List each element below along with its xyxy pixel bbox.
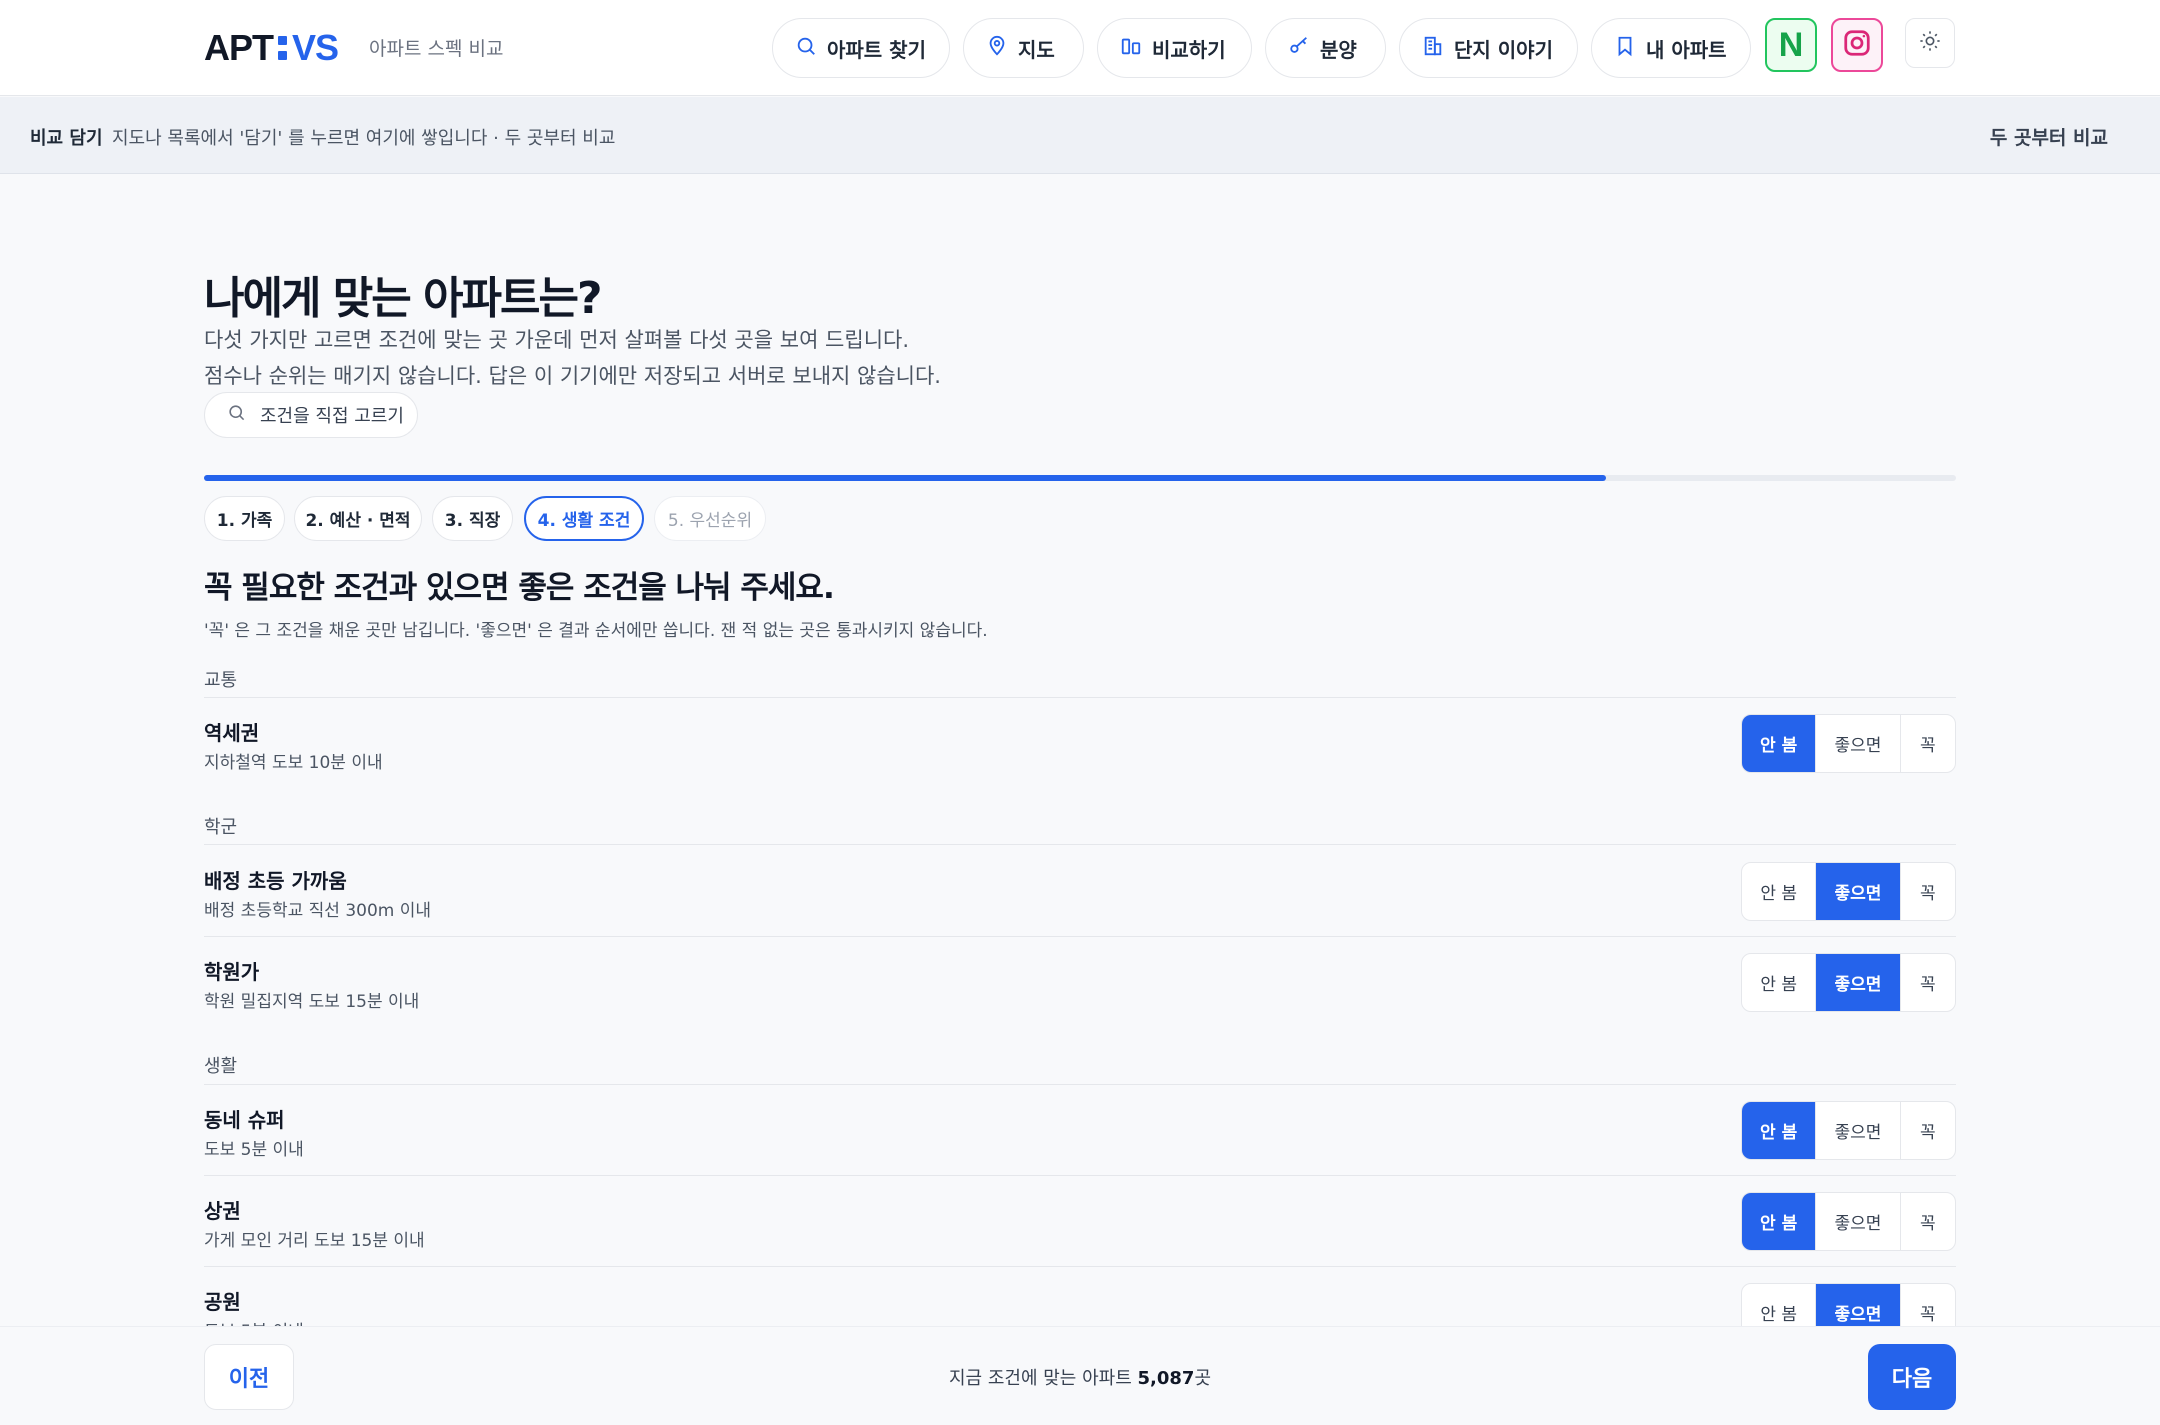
option-skip[interactable]: 안 봄 bbox=[1742, 1193, 1817, 1250]
option-must[interactable]: 꼭 bbox=[1901, 1102, 1955, 1159]
preference-toggle-academy: 안 봄 좋으면 꼭 bbox=[1741, 953, 1956, 1012]
category-transport: 교통 bbox=[204, 670, 238, 691]
item-name-station: 역세권 bbox=[204, 721, 260, 745]
nav-compare[interactable]: 비교하기 bbox=[1097, 18, 1252, 78]
step-priority: 5. 우선순위 bbox=[654, 496, 766, 541]
option-skip[interactable]: 안 봄 bbox=[1742, 863, 1817, 920]
item-name-elementary: 배정 초등 가까움 bbox=[204, 869, 347, 893]
category-living: 생활 bbox=[204, 1056, 238, 1077]
step-family[interactable]: 1. 가족 bbox=[204, 496, 285, 541]
compare-bar-hint: 지도나 목록에서 '담기' 를 누르면 여기에 쌓입니다 · 두 곳부터 비교 bbox=[112, 128, 616, 149]
item-desc-elementary: 배정 초등학교 직선 300m 이내 bbox=[204, 901, 432, 921]
match-count-suffix: 곳 bbox=[1194, 1368, 1211, 1389]
step-workplace[interactable]: 3. 직장 bbox=[432, 496, 513, 541]
option-must[interactable]: 꼭 bbox=[1901, 1193, 1955, 1250]
category-school: 학군 bbox=[204, 817, 238, 838]
compare-icon bbox=[1120, 35, 1142, 62]
compare-bar: 비교 담기 지도나 목록에서 '담기' 를 누르면 여기에 쌓입니다 · 두 곳… bbox=[0, 97, 2160, 174]
option-skip[interactable]: 안 봄 bbox=[1742, 1102, 1817, 1159]
option-nice[interactable]: 좋으면 bbox=[1816, 1193, 1901, 1250]
item-desc-shopping: 가게 모인 거리 도보 15분 이내 bbox=[204, 1231, 425, 1251]
search-icon bbox=[795, 35, 817, 62]
naver-icon: N bbox=[1778, 25, 1804, 64]
nav-label: 내 아파트 bbox=[1646, 37, 1727, 62]
item-name-shopping: 상권 bbox=[204, 1199, 241, 1223]
match-count: 지금 조건에 맞는 아파트 5,087곳 bbox=[0, 1364, 2160, 1390]
preference-toggle-shopping: 안 봄 좋으면 꼭 bbox=[1741, 1192, 1956, 1251]
nav-find-apartment[interactable]: 아파트 찾기 bbox=[772, 18, 950, 78]
item-name-park: 공원 bbox=[204, 1290, 241, 1314]
preference-toggle-station: 안 봄 좋으면 꼭 bbox=[1741, 714, 1956, 773]
question-title: 꼭 필요한 조건과 있으면 좋은 조건을 나눠 주세요. bbox=[204, 570, 835, 606]
nav-map[interactable]: 지도 bbox=[963, 18, 1084, 78]
logo[interactable]: APT VS bbox=[204, 26, 339, 70]
item-name-academy: 학원가 bbox=[204, 960, 260, 984]
item-name-supermarket: 동네 슈퍼 bbox=[204, 1108, 285, 1132]
next-button[interactable]: 다음 bbox=[1868, 1344, 1956, 1410]
match-count-prefix: 지금 조건에 맞는 아파트 bbox=[949, 1368, 1132, 1389]
page-subtitle-1: 다섯 가지만 고르면 조건에 맞는 곳 가운데 먼저 살펴볼 다섯 곳을 보여 … bbox=[204, 328, 910, 352]
logo-apt: APT bbox=[204, 27, 274, 68]
choose-directly-label: 조건을 직접 고르기 bbox=[260, 406, 404, 427]
instagram-button[interactable] bbox=[1831, 18, 1883, 72]
building-icon bbox=[1422, 35, 1444, 62]
question-hint: '꼭' 은 그 조건을 채운 곳만 남깁니다. '좋으면' 은 결과 순서에만 … bbox=[204, 621, 988, 641]
top-header: APT VS 아파트 스펙 비교 아파트 찾기 지도 비교하기 분양 단지 이야… bbox=[0, 0, 2160, 96]
compare-bar-label: 비교 담기 bbox=[30, 128, 103, 149]
option-nice[interactable]: 좋으면 bbox=[1816, 715, 1901, 772]
nav-label: 분양 bbox=[1320, 37, 1357, 62]
item-desc-academy: 학원 밀집지역 도보 15분 이내 bbox=[204, 992, 420, 1012]
option-nice[interactable]: 좋으면 bbox=[1816, 863, 1901, 920]
option-nice[interactable]: 좋으면 bbox=[1816, 1102, 1901, 1159]
divider bbox=[204, 1084, 1956, 1085]
nav-label: 지도 bbox=[1018, 37, 1055, 62]
nav-label: 단지 이야기 bbox=[1454, 37, 1553, 62]
search-icon bbox=[227, 403, 246, 427]
bottom-action-bar: 이전 지금 조건에 맞는 아파트 5,087곳 다음 bbox=[0, 1326, 2160, 1425]
preference-toggle-elementary: 안 봄 좋으면 꼭 bbox=[1741, 862, 1956, 921]
logo-vs: VS bbox=[292, 27, 339, 68]
nav-label: 비교하기 bbox=[1152, 37, 1226, 62]
divider bbox=[204, 697, 1956, 698]
choose-directly-button[interactable]: 조건을 직접 고르기 bbox=[204, 392, 418, 438]
option-must[interactable]: 꼭 bbox=[1901, 863, 1955, 920]
divider bbox=[204, 1266, 1956, 1267]
step-budget-area[interactable]: 2. 예산 · 면적 bbox=[294, 496, 422, 541]
divider bbox=[204, 1175, 1956, 1176]
naver-button[interactable]: N bbox=[1765, 18, 1817, 72]
nav-complex-stories[interactable]: 단지 이야기 bbox=[1399, 18, 1578, 78]
key-icon bbox=[1288, 35, 1310, 62]
step-progress-fill bbox=[204, 475, 1606, 481]
match-count-value: 5,087 bbox=[1137, 1368, 1195, 1389]
step-progress-bar bbox=[204, 475, 1956, 481]
item-desc-station: 지하철역 도보 10분 이내 bbox=[204, 753, 383, 773]
bookmark-icon bbox=[1614, 35, 1636, 62]
option-must[interactable]: 꼭 bbox=[1901, 954, 1955, 1011]
nav-my-apartment[interactable]: 내 아파트 bbox=[1591, 18, 1751, 78]
nav-label: 아파트 찾기 bbox=[827, 37, 926, 62]
logo-mark-icon bbox=[278, 36, 287, 60]
sun-icon bbox=[1919, 30, 1941, 56]
step-living-conditions[interactable]: 4. 생활 조건 bbox=[524, 496, 644, 541]
page-title: 나에게 맞는 아파트는? bbox=[204, 273, 602, 324]
option-nice[interactable]: 좋으면 bbox=[1816, 954, 1901, 1011]
divider bbox=[204, 844, 1956, 845]
nav-presale[interactable]: 분양 bbox=[1265, 18, 1386, 78]
option-must[interactable]: 꼭 bbox=[1901, 715, 1955, 772]
tagline: 아파트 스펙 비교 bbox=[369, 38, 504, 60]
theme-toggle-button[interactable] bbox=[1905, 18, 1955, 68]
preference-toggle-supermarket: 안 봄 좋으면 꼭 bbox=[1741, 1101, 1956, 1160]
item-desc-supermarket: 도보 5분 이내 bbox=[204, 1140, 304, 1160]
instagram-icon bbox=[1842, 28, 1872, 62]
option-skip[interactable]: 안 봄 bbox=[1742, 715, 1817, 772]
divider bbox=[204, 936, 1956, 937]
compare-start-button[interactable]: 두 곳부터 비교 bbox=[1990, 123, 2108, 150]
option-skip[interactable]: 안 봄 bbox=[1742, 954, 1817, 1011]
map-pin-icon bbox=[986, 35, 1008, 62]
page-subtitle-2: 점수나 순위는 매기지 않습니다. 답은 이 기기에만 저장되고 서버로 보내지… bbox=[204, 364, 941, 388]
